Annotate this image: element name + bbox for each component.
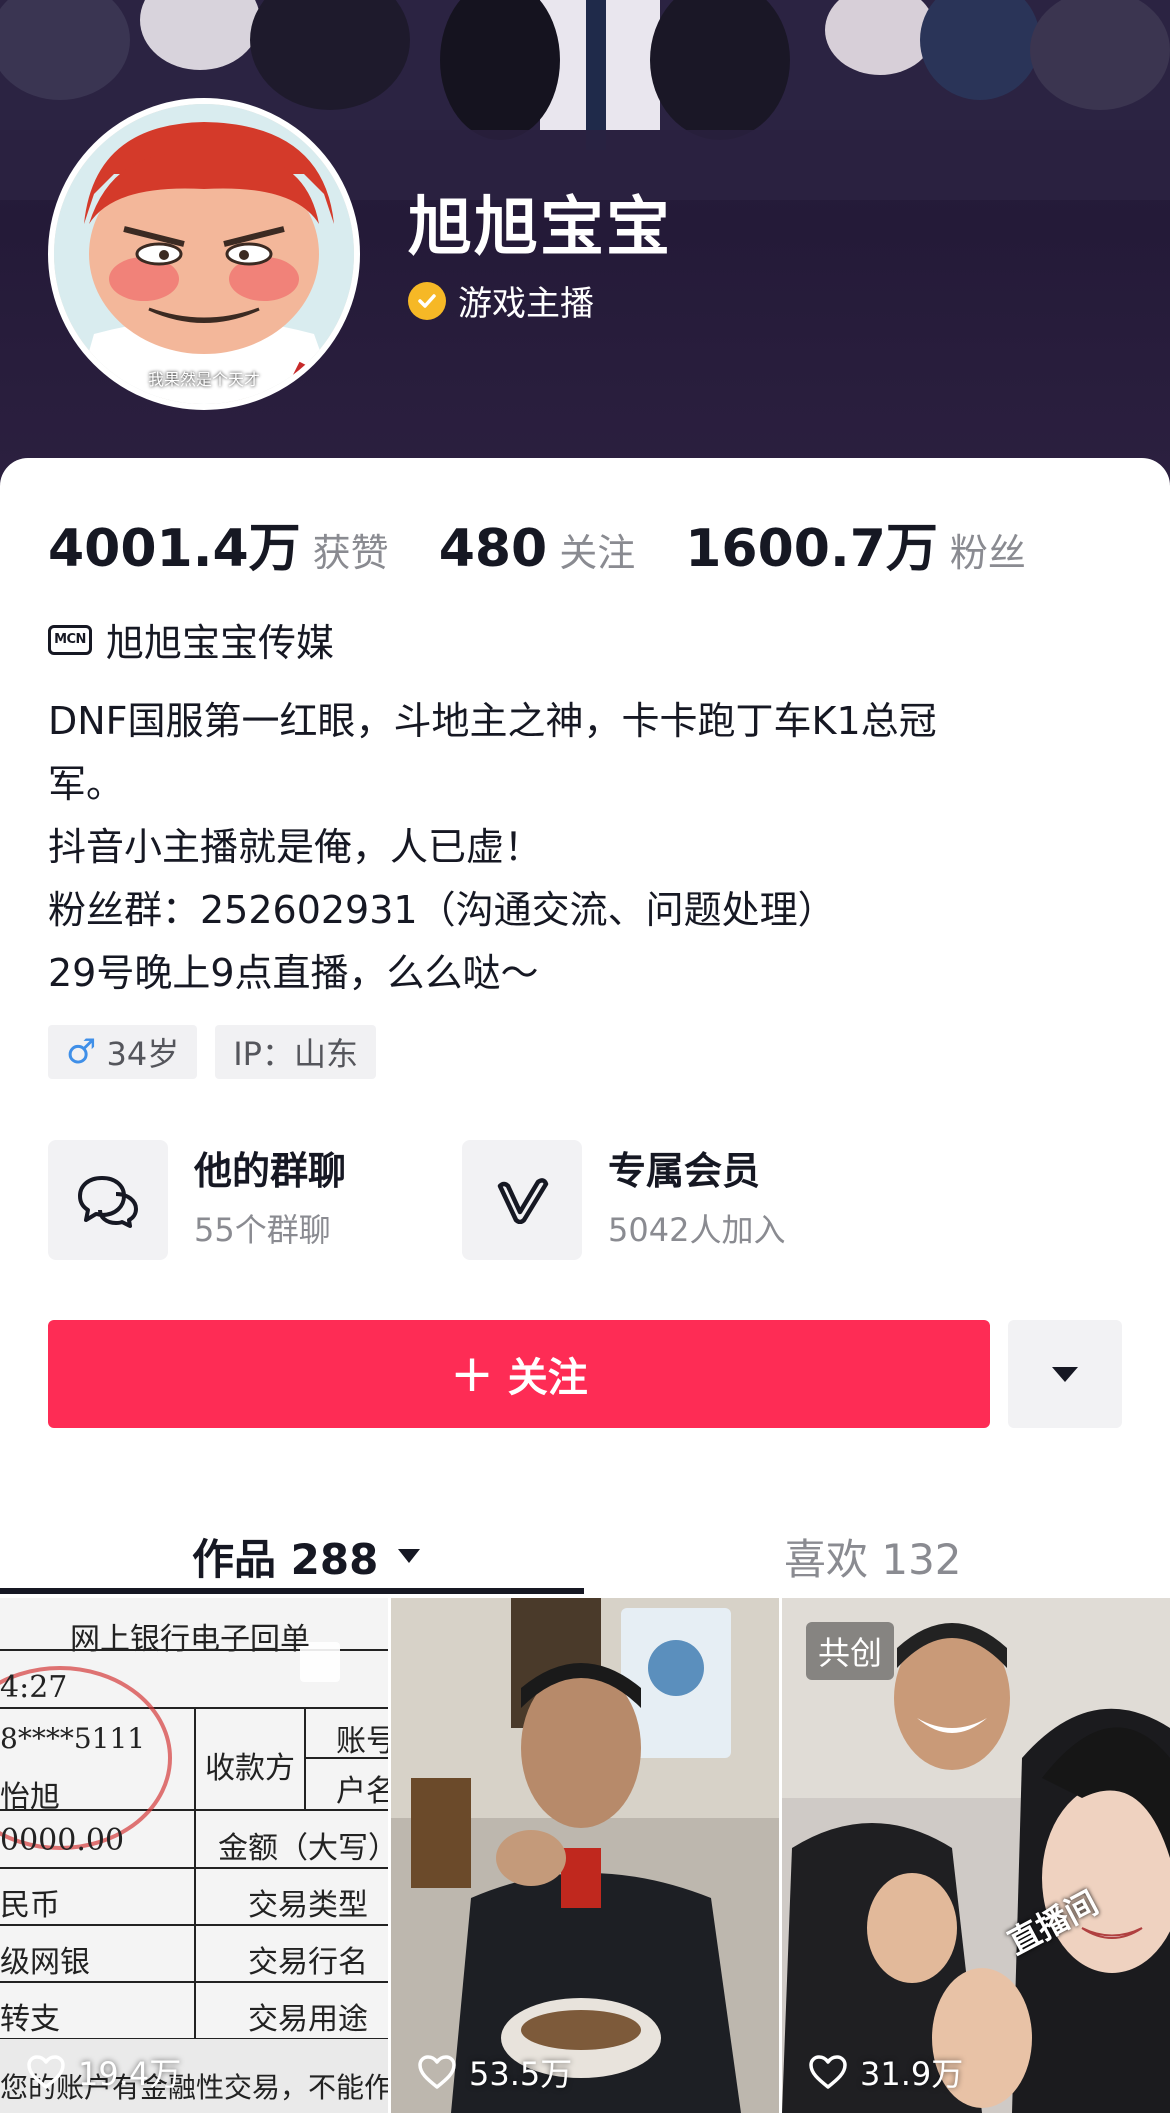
receipt-level: 级网银 bbox=[0, 1945, 90, 1980]
ip-tag: IP：山东 bbox=[215, 1025, 376, 1079]
avatar-caption: 我果然是个天才 bbox=[147, 370, 260, 389]
video-tile[interactable]: 网上银行电子回单 4:27 8****5111 怡旭 收款方 账号 户名 000… bbox=[0, 1598, 388, 2113]
profile-card: 4001.4万 获赞 480 关注 1600.7万 粉丝 MCN 旭旭宝宝传媒 … bbox=[0, 458, 1170, 2113]
avatar[interactable]: 我果然是个天才 bbox=[48, 98, 360, 410]
video-like-count: 31.9万 bbox=[808, 2049, 963, 2095]
tab-likes-label: 喜欢 132 bbox=[784, 1534, 962, 1584]
receipt-amount-label: 金额（大写） bbox=[218, 1831, 388, 1866]
follow-button-label: 关注 bbox=[507, 1355, 588, 1401]
age-tag: ♂ 34岁 bbox=[48, 1025, 198, 1079]
following-label[interactable]: 关注 bbox=[559, 522, 635, 577]
membership-v-icon bbox=[462, 1140, 582, 1260]
followers-label[interactable]: 粉丝 bbox=[950, 522, 1026, 577]
mcn-row[interactable]: MCN 旭旭宝宝传媒 bbox=[48, 612, 334, 667]
male-icon: ♂ bbox=[66, 1032, 97, 1072]
chat-bubbles-icon bbox=[48, 1140, 168, 1260]
likes-count: 4001.4万 bbox=[48, 519, 301, 579]
membership-count: 5042人加入 bbox=[608, 1211, 786, 1249]
profile-nickname: 旭旭宝宝 bbox=[408, 191, 672, 265]
more-options-button[interactable] bbox=[1008, 1320, 1122, 1428]
likes-label: 获赞 bbox=[312, 531, 389, 575]
video-tile[interactable]: 共创 直播间 31.9万 bbox=[782, 1598, 1170, 2113]
caret-down-icon bbox=[1052, 1367, 1078, 1382]
receipt-account-no: 账号 bbox=[336, 1724, 388, 1759]
verification-label: 游戏主播 bbox=[458, 284, 594, 324]
bio-line: 军。 bbox=[48, 762, 125, 806]
plus-icon: + bbox=[450, 1344, 494, 1404]
ip-text: IP：山东 bbox=[233, 1035, 358, 1073]
mcn-icon: MCN bbox=[48, 624, 92, 655]
active-tab-indicator bbox=[0, 1588, 584, 1594]
group-chat-title: 他的群聊 bbox=[194, 1149, 347, 1193]
bio-line: 抖音小主播就是俺，人已虚！ bbox=[48, 825, 543, 869]
video-like-text: 53.5万 bbox=[469, 2055, 573, 2093]
video-grid: 网上银行电子回单 4:27 8****5111 怡旭 收款方 账号 户名 000… bbox=[0, 1598, 1170, 2113]
bio-line: DNF国服第一红眼，斗地主之神，卡卡跑丁车K1总冠 bbox=[48, 699, 937, 743]
receipt-time: 4:27 bbox=[0, 1670, 68, 1705]
profile-banner: 我果然是个天才 旭旭宝宝 游戏主播 bbox=[0, 0, 1170, 500]
receipt-title: 网上银行电子回单 bbox=[70, 1622, 310, 1657]
receipt-txn-bank: 交易行名 bbox=[248, 1945, 368, 1980]
group-chat-count: 55个群聊 bbox=[194, 1211, 331, 1249]
followers-count[interactable]: 1600.7万 bbox=[685, 506, 938, 581]
co-create-badge: 共创 bbox=[806, 1622, 895, 1680]
video-like-count: 19.4万 bbox=[26, 2049, 181, 2095]
receipt-payee: 收款方 bbox=[205, 1751, 295, 1786]
tab-works-label: 作品 288 bbox=[192, 1534, 379, 1584]
bio-line: 29号晚上9点直播，么么哒～ bbox=[48, 951, 539, 995]
membership-title: 专属会员 bbox=[608, 1149, 761, 1193]
video-like-text: 19.4万 bbox=[78, 2055, 182, 2093]
age-text: 34岁 bbox=[106, 1035, 180, 1073]
video-like-count: 53.5万 bbox=[417, 2049, 572, 2095]
receipt-currency: 民币 bbox=[0, 1888, 60, 1923]
receipt-account-name: 户名 bbox=[336, 1774, 388, 1809]
video-thumbnail bbox=[391, 1598, 779, 2113]
video-tile[interactable]: 53.5万 bbox=[391, 1598, 779, 2113]
verification-row: 游戏主播 bbox=[408, 276, 594, 325]
receipt-txn-use: 交易用途 bbox=[248, 2002, 368, 2037]
following-count[interactable]: 480 bbox=[439, 519, 548, 579]
heart-icon bbox=[418, 2055, 456, 2089]
group-chat-entry[interactable]: 他的群聊 55个群聊 bbox=[48, 1140, 462, 1260]
receipt-txn-type: 交易类型 bbox=[248, 1888, 368, 1923]
receipt-name: 怡旭 bbox=[0, 1780, 60, 1815]
avatar-image bbox=[54, 104, 354, 404]
receipt-amount: 0000.00 bbox=[0, 1823, 125, 1858]
verified-check-icon bbox=[408, 281, 446, 320]
receipt-transfer: 转支 bbox=[0, 2002, 60, 2037]
mcn-name[interactable]: 旭旭宝宝传媒 bbox=[106, 612, 334, 667]
heart-icon bbox=[809, 2055, 847, 2089]
profile-bio: DNF国服第一红眼，斗地主之神，卡卡跑丁车K1总冠 军。 抖音小主播就是俺，人已… bbox=[48, 690, 1128, 1005]
feature-entries: 他的群聊 55个群聊 专属会员 5042人加入 bbox=[48, 1140, 876, 1260]
profile-stats: 4001.4万 获赞 480 关注 1600.7万 粉丝 bbox=[48, 506, 1076, 581]
caret-down-icon bbox=[398, 1549, 421, 1563]
video-like-text: 31.9万 bbox=[860, 2055, 964, 2093]
receipt-account: 8****5111 bbox=[0, 1722, 146, 1755]
profile-tags: ♂ 34岁 IP：山东 bbox=[48, 1025, 394, 1079]
membership-entry[interactable]: 专属会员 5042人加入 bbox=[462, 1140, 876, 1260]
heart-icon bbox=[27, 2055, 65, 2089]
tab-likes[interactable]: 喜欢 132 bbox=[784, 1508, 962, 1604]
follow-button[interactable]: + 关注 bbox=[48, 1320, 990, 1428]
bio-line: 粉丝群：252602931（沟通交流、问题处理） bbox=[48, 888, 836, 932]
